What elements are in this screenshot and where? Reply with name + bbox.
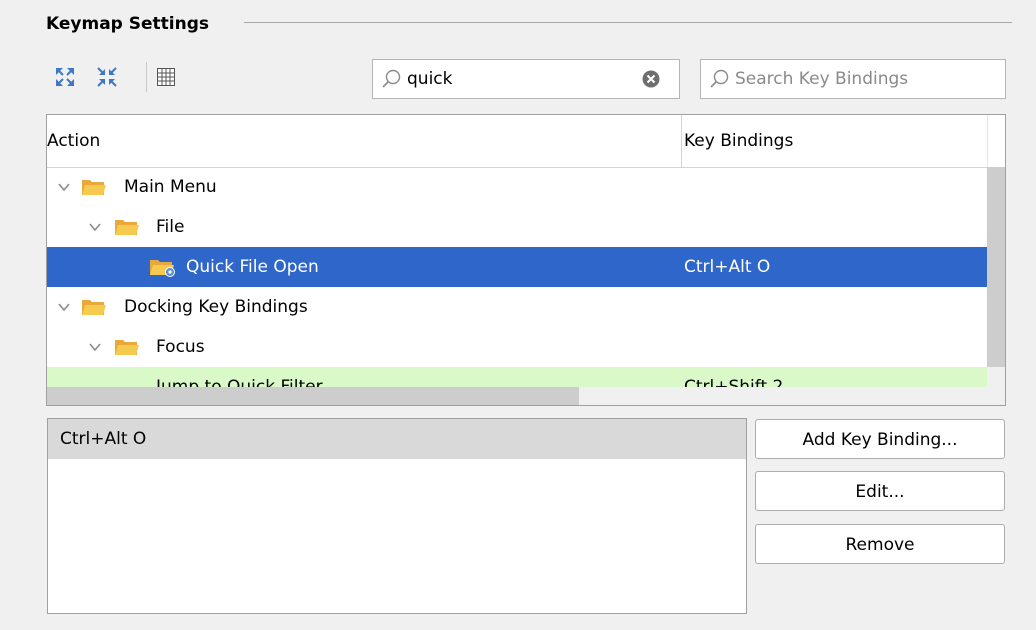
section-title: Keymap Settings — [46, 14, 210, 34]
column-header-action[interactable]: Action — [47, 115, 100, 167]
folder-open-icon — [115, 220, 139, 235]
search-icon — [382, 69, 401, 88]
table-grid-icon[interactable] — [155, 66, 177, 88]
tree-row-main-menu[interactable]: Main Menu — [47, 167, 987, 207]
tree-row-binding: Ctrl+Alt O — [684, 257, 771, 277]
list-item-label: Ctrl+Alt O — [60, 429, 147, 449]
chevron-down-icon[interactable] — [56, 179, 72, 195]
add-key-binding-button[interactable]: Add Key Binding... — [755, 419, 1005, 459]
keybinding-search-input[interactable] — [735, 66, 997, 92]
action-gear-folder-icon — [150, 260, 175, 277]
expand-all-icon[interactable] — [54, 66, 76, 88]
table-header: Action Key Bindings — [47, 115, 987, 168]
list-item[interactable]: Ctrl+Alt O — [48, 419, 746, 459]
tree-row-label: Quick File Open — [186, 257, 319, 277]
key-bindings-list: Ctrl+Alt O — [47, 418, 747, 614]
header-corner — [987, 115, 1005, 167]
folder-open-icon — [115, 340, 139, 355]
folder-open-icon — [82, 180, 106, 195]
vertical-scrollbar-thumb[interactable] — [987, 167, 1005, 367]
tree-row-docking-key-bindings[interactable]: Docking Key Bindings — [47, 287, 987, 327]
column-header-key-bindings[interactable]: Key Bindings — [684, 115, 793, 167]
action-search-box[interactable] — [372, 59, 680, 99]
tree-row-focus[interactable]: Focus — [47, 327, 987, 367]
remove-key-binding-button[interactable]: Remove — [755, 524, 1005, 564]
folder-open-icon — [82, 300, 106, 315]
tree-row-quick-file-open[interactable]: Quick File Open Ctrl+Alt O — [47, 247, 987, 287]
collapse-all-icon[interactable] — [96, 66, 118, 88]
column-divider[interactable] — [681, 115, 682, 167]
tree-row-file[interactable]: File — [47, 207, 987, 247]
chevron-down-icon[interactable] — [87, 339, 103, 355]
tree-row-label: Main Menu — [124, 177, 217, 197]
clear-search-icon[interactable] — [641, 69, 661, 89]
action-search-input[interactable] — [407, 66, 627, 92]
horizontal-scrollbar-thumb[interactable] — [47, 387, 579, 405]
chevron-down-icon[interactable] — [87, 219, 103, 235]
toolbar-separator — [146, 62, 147, 92]
keybinding-search-box[interactable] — [700, 59, 1006, 99]
chevron-down-icon[interactable] — [56, 299, 72, 315]
tree-row-label: Docking Key Bindings — [124, 297, 308, 317]
section-divider — [244, 22, 1012, 23]
keymap-tree-table: Action Key Bindings Main Menu File Quick… — [46, 114, 1006, 406]
tree-row-label: File — [156, 217, 185, 237]
search-icon — [710, 69, 729, 88]
tree-row-label: Focus — [156, 337, 205, 357]
edit-key-binding-button[interactable]: Edit... — [755, 471, 1005, 511]
